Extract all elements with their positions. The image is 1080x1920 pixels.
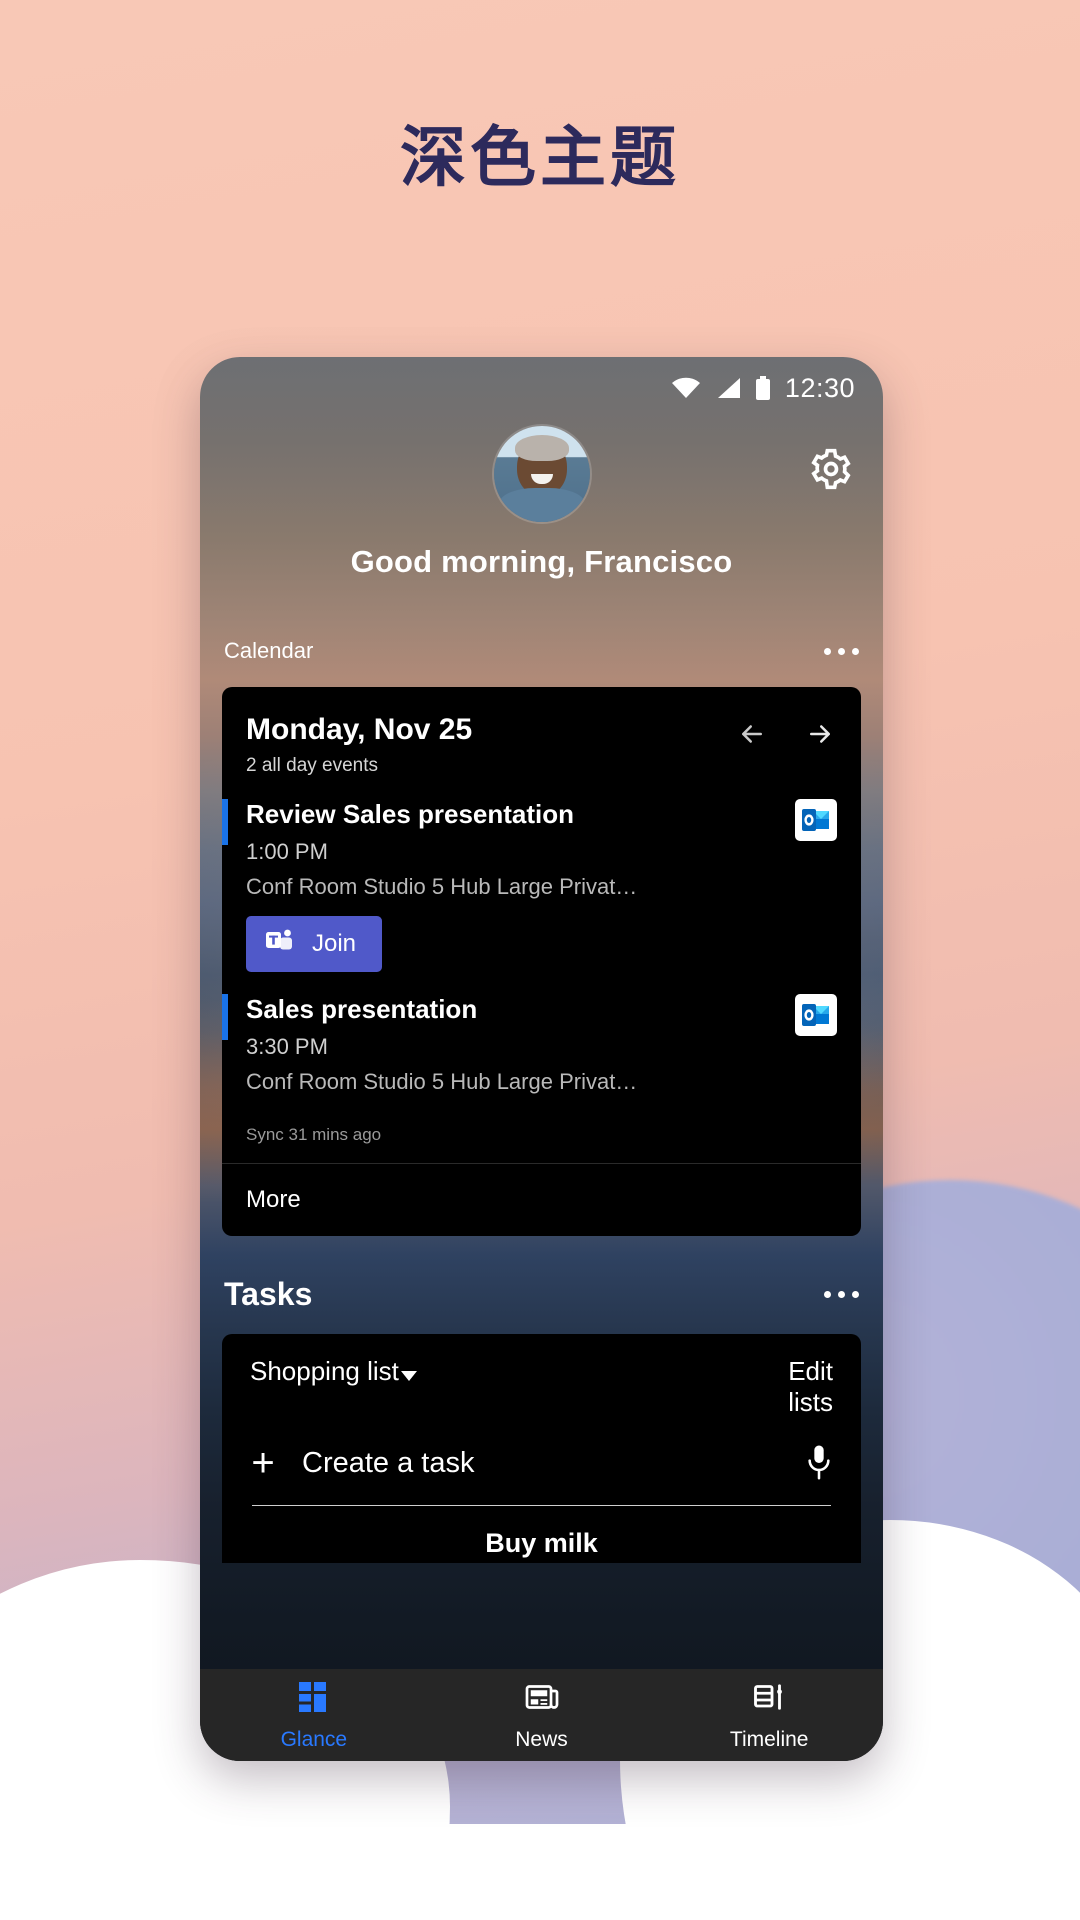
task-list-selector[interactable]: Shopping list bbox=[250, 1356, 417, 1387]
status-bar: 12:30 bbox=[200, 357, 883, 419]
calendar-card-header: Monday, Nov 25 2 all day events bbox=[222, 687, 861, 787]
arrow-right-icon[interactable] bbox=[803, 719, 837, 749]
nav-item-timeline[interactable]: Timeline bbox=[655, 1679, 883, 1752]
nav-label-timeline: Timeline bbox=[729, 1727, 809, 1751]
nav-item-glance[interactable]: Glance bbox=[200, 1679, 428, 1752]
bottom-navigation: Glance News Timeline bbox=[200, 1669, 883, 1761]
event-location: Conf Room Studio 5 Hub Large Privat… bbox=[246, 874, 638, 899]
tasks-card: Shopping list Edit lists + Create a task… bbox=[222, 1334, 861, 1564]
calendar-nav bbox=[735, 713, 837, 749]
nav-item-news[interactable]: News bbox=[428, 1679, 656, 1752]
arrow-left-icon[interactable] bbox=[735, 719, 769, 749]
teams-icon bbox=[264, 928, 294, 961]
outlook-icon bbox=[795, 799, 837, 841]
calendar-card: Monday, Nov 25 2 all day events Review S… bbox=[222, 687, 861, 1236]
event-color-bar bbox=[222, 799, 228, 845]
plus-icon[interactable]: + bbox=[246, 1443, 280, 1483]
calendar-event[interactable]: Sales presentation 3:30 PM Conf Room Stu… bbox=[222, 982, 861, 1099]
avatar-hair bbox=[514, 435, 569, 461]
microphone-icon[interactable] bbox=[805, 1443, 833, 1483]
glance-icon bbox=[296, 1679, 332, 1720]
task-list-item[interactable]: Buy milk bbox=[222, 1506, 861, 1559]
timeline-icon bbox=[751, 1679, 787, 1720]
join-button[interactable]: Join bbox=[246, 916, 383, 972]
calendar-date: Monday, Nov 25 bbox=[246, 713, 473, 746]
calendar-more-button[interactable]: More bbox=[222, 1164, 861, 1236]
avatar-shirt bbox=[498, 488, 585, 522]
news-icon bbox=[524, 1679, 560, 1720]
sync-status: Sync 31 mins ago bbox=[246, 1125, 382, 1144]
status-bar-clock: 12:30 bbox=[784, 372, 855, 403]
nav-label-glance: Glance bbox=[280, 1727, 348, 1751]
greeting-text: Good morning, Francisco bbox=[350, 544, 733, 579]
nav-label-news: News bbox=[515, 1727, 568, 1751]
tasks-section-label: Tasks bbox=[224, 1275, 313, 1312]
calendar-section-header: Calendar bbox=[200, 627, 883, 675]
page-title: 深色主题 bbox=[400, 119, 680, 196]
event-location: Conf Room Studio 5 Hub Large Privat… bbox=[246, 1069, 638, 1094]
phone-mockup: 12:30 Good morning, Francisco Calendar M… bbox=[200, 357, 883, 1761]
edit-lists-button[interactable]: Edit lists bbox=[737, 1356, 833, 1417]
calendar-all-day-summary: 2 all day events bbox=[246, 755, 379, 776]
avatar[interactable] bbox=[493, 426, 590, 522]
gear-icon[interactable] bbox=[809, 447, 853, 491]
tasks-section-header: Tasks bbox=[200, 1266, 883, 1322]
event-time: 3:30 PM bbox=[246, 1034, 328, 1059]
create-task-row[interactable]: + Create a task bbox=[222, 1417, 861, 1483]
wifi-icon bbox=[671, 377, 701, 399]
signal-icon bbox=[715, 377, 741, 399]
event-title: Review Sales presentation bbox=[246, 799, 575, 829]
task-list-name: Shopping list bbox=[250, 1356, 399, 1386]
calendar-event[interactable]: Review Sales presentation 1:00 PM Conf R… bbox=[222, 787, 861, 982]
background-bottom-strip bbox=[0, 1824, 1080, 1920]
event-color-bar bbox=[222, 994, 228, 1040]
event-time: 1:00 PM bbox=[246, 839, 328, 864]
create-task-input[interactable]: Create a task bbox=[302, 1447, 783, 1480]
more-options-icon[interactable] bbox=[824, 1290, 859, 1298]
event-title: Sales presentation bbox=[246, 994, 478, 1024]
glance-content: Calendar Monday, Nov 25 2 all day events bbox=[200, 627, 883, 1669]
calendar-section-label: Calendar bbox=[224, 638, 314, 663]
outlook-icon bbox=[795, 994, 837, 1036]
app-header: Good morning, Francisco bbox=[200, 419, 883, 627]
more-options-icon[interactable] bbox=[824, 647, 859, 655]
chevron-down-icon bbox=[400, 1370, 417, 1381]
battery-icon bbox=[755, 376, 771, 400]
join-button-label: Join bbox=[312, 930, 357, 957]
